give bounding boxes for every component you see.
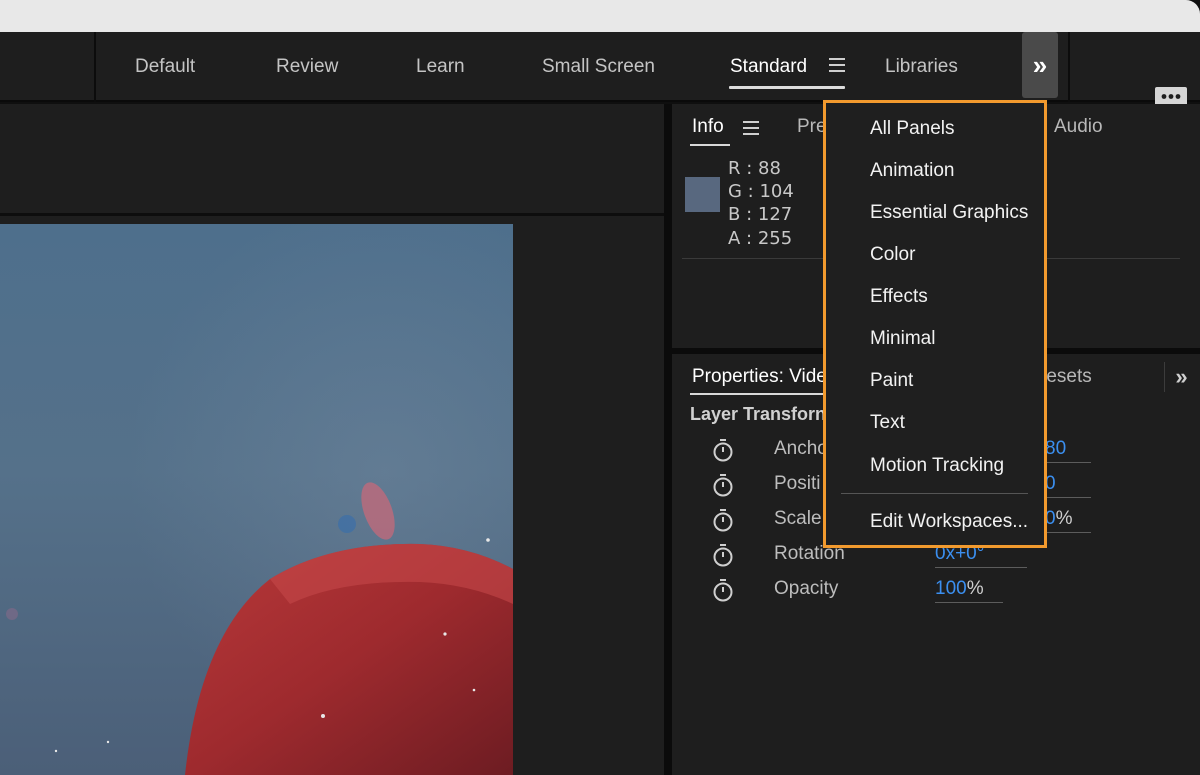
- workspace-tab-libraries[interactable]: Libraries: [885, 56, 958, 78]
- workspace-bar-divider: [94, 32, 96, 102]
- menu-divider: [841, 493, 1028, 494]
- workspace-overflow-button[interactable]: »: [1022, 32, 1058, 98]
- monitor-header-strip: [0, 104, 664, 216]
- anchor-number: 80: [1045, 438, 1067, 459]
- property-label: Opacity: [774, 578, 839, 599]
- workspace-tab-review[interactable]: Review: [276, 56, 338, 78]
- stopwatch-icon[interactable]: [712, 438, 734, 462]
- info-a-row: A : 255: [728, 228, 792, 249]
- property-row-opacity: Opacity 100%: [672, 574, 1200, 606]
- menu-item-text[interactable]: Text: [870, 412, 905, 434]
- color-swatch: [685, 177, 720, 212]
- workspace-overflow-menu: All Panels Animation Essential Graphics …: [823, 100, 1047, 548]
- scale-unit: %: [1055, 508, 1073, 529]
- info-g-row: G : 104: [728, 181, 794, 202]
- panel-gutter[interactable]: [664, 104, 672, 775]
- stopwatch-icon[interactable]: [712, 473, 734, 497]
- workspace-tab-default[interactable]: Default: [135, 56, 195, 78]
- property-label: Scale: [774, 508, 822, 529]
- stopwatch-icon[interactable]: [712, 578, 734, 602]
- properties-overflow-button[interactable]: »: [1164, 362, 1198, 392]
- workspace-bar-divider: [1068, 32, 1070, 102]
- scale-value[interactable]: 0%: [1045, 508, 1091, 533]
- active-tab-underline: [690, 144, 730, 146]
- opacity-number: 100: [935, 578, 967, 599]
- workspace-tab-learn[interactable]: Learn: [416, 56, 465, 78]
- g-label: G :: [728, 181, 754, 202]
- a-label: A :: [728, 228, 753, 249]
- active-tab-underline: [729, 86, 845, 89]
- menu-item-edit-workspaces[interactable]: Edit Workspaces...: [870, 511, 1028, 533]
- opacity-unit: %: [966, 578, 984, 599]
- r-value: 88: [758, 158, 781, 179]
- tab-properties[interactable]: Properties: Vide: [692, 366, 827, 388]
- g-value: 104: [759, 181, 794, 202]
- workspace-menu-icon[interactable]: [829, 58, 845, 72]
- menu-item-effects[interactable]: Effects: [870, 286, 928, 308]
- tab-info[interactable]: Info: [692, 116, 724, 138]
- r-label: R :: [728, 158, 753, 179]
- b-value: 127: [757, 204, 793, 225]
- anchor-value[interactable]: 80: [1045, 438, 1091, 463]
- workspace-tab-small-screen[interactable]: Small Screen: [542, 56, 655, 78]
- info-b-row: B : 127: [728, 204, 792, 225]
- tab-presets[interactable]: resets: [1040, 366, 1092, 388]
- menu-item-motion-tracking[interactable]: Motion Tracking: [870, 455, 1004, 477]
- menu-item-essential-graphics[interactable]: Essential Graphics: [870, 202, 1028, 224]
- active-tab-underline: [690, 393, 830, 395]
- stopwatch-icon[interactable]: [712, 508, 734, 532]
- menu-item-animation[interactable]: Animation: [870, 160, 955, 182]
- menu-item-all-panels[interactable]: All Panels: [870, 118, 955, 140]
- layer-transform-title[interactable]: Layer Transforn: [690, 404, 826, 425]
- property-label: Positi: [774, 473, 821, 494]
- opacity-value[interactable]: 100%: [935, 578, 1003, 603]
- a-value: 255: [757, 228, 793, 249]
- video-preview-frame[interactable]: [0, 224, 513, 775]
- menu-item-paint[interactable]: Paint: [870, 370, 913, 392]
- workspace-tab-standard[interactable]: Standard: [730, 56, 807, 78]
- position-value[interactable]: 0: [1045, 473, 1091, 498]
- window-title-bar: [0, 0, 1200, 32]
- b-label: B :: [728, 204, 753, 225]
- video-frame-image: [0, 224, 513, 775]
- menu-item-color[interactable]: Color: [870, 244, 915, 266]
- stopwatch-icon[interactable]: [712, 543, 734, 567]
- menu-item-minimal[interactable]: Minimal: [870, 328, 935, 350]
- info-r-row: R : 88: [728, 158, 781, 179]
- info-panel-menu-icon[interactable]: [743, 121, 759, 135]
- workspace-bar: Default Review Learn Small Screen Standa…: [0, 32, 1200, 113]
- tab-audio[interactable]: Audio: [1054, 116, 1103, 138]
- property-label: Ancho: [774, 438, 828, 459]
